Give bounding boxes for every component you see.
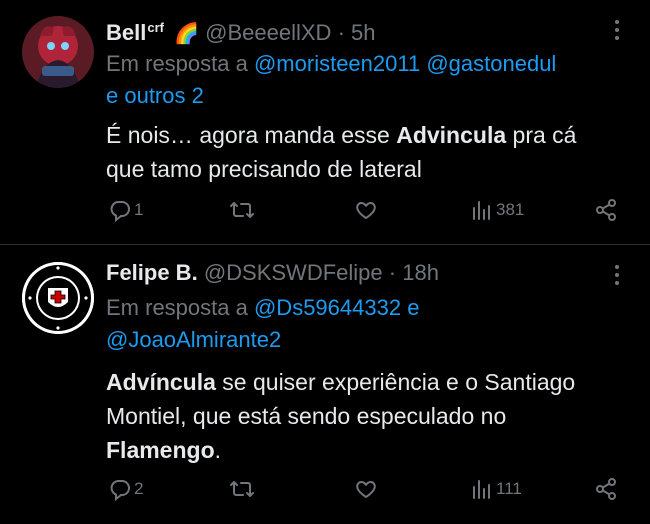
text-segment: Montiel, que está sendo especulado no [106, 403, 507, 429]
heart-icon [356, 202, 376, 219]
avatar[interactable] [22, 16, 94, 88]
timestamp[interactable]: 18h [402, 260, 439, 285]
reply-count: 2 [134, 479, 144, 498]
views-button[interactable]: 381 [470, 198, 524, 222]
share-button[interactable] [594, 198, 618, 222]
tweet-1[interactable]: Bellcrf 🌈 @BeeeellXD · 5h Em resposta a … [0, 0, 650, 244]
like-button[interactable] [354, 198, 378, 222]
name-superscript: crf [147, 20, 164, 35]
reply-prefix: Em resposta a [106, 295, 248, 320]
timestamp[interactable]: 5h [351, 20, 375, 45]
text-segment: se quiser experiência e o Santiago [215, 369, 576, 395]
separator-dot: · [337, 20, 345, 45]
bold-text: Flamengo [106, 437, 215, 463]
avatar[interactable] [22, 262, 94, 334]
tweet-actions: 2 111 [0, 477, 650, 507]
retweet-button[interactable] [229, 477, 255, 501]
display-name[interactable]: Bellcrf [106, 20, 164, 45]
reply-context: Em resposta a @moristeen2011 @gastonedul… [106, 48, 636, 112]
share-button[interactable] [594, 477, 618, 501]
view-count: 381 [496, 200, 525, 219]
retweet-icon [230, 202, 254, 218]
view-count: 111 [496, 479, 522, 498]
text-segment: . [214, 437, 222, 463]
user-handle[interactable]: @BeeeellXD [205, 20, 331, 45]
analytics-icon [473, 201, 490, 220]
more-options-icon[interactable] [614, 265, 620, 289]
reply-prefix: Em resposta a [106, 51, 248, 76]
share-icon [596, 478, 616, 500]
views-button[interactable]: 111 [470, 477, 522, 501]
analytics-icon [473, 480, 490, 499]
heart-icon [356, 481, 376, 498]
text-segment: que tamo precisando de lateral [106, 156, 422, 182]
tweet-text: Advíncula se quiser experiência e o Sant… [106, 365, 646, 467]
reply-context: Em resposta a @Ds59644332 e @JoaoAlmiran… [106, 292, 636, 356]
reply-icon [110, 480, 130, 501]
avatar-image [22, 16, 94, 88]
separator-dot: · [388, 260, 397, 285]
mention-link[interactable]: @moristeen2011 [254, 51, 420, 76]
text-segment: É nois… agora manda esse [106, 122, 397, 148]
mention-and: e [407, 295, 420, 320]
retweet-button[interactable] [229, 198, 255, 222]
reply-button[interactable]: 2 [108, 477, 143, 501]
club-crest-avatar [22, 262, 94, 334]
rainbow-emoji: 🌈 [174, 23, 200, 45]
share-icon [596, 199, 616, 221]
display-name[interactable]: Felipe B. [106, 260, 198, 285]
bold-text: Advincula [396, 122, 507, 148]
retweet-icon [230, 481, 254, 497]
tweet-text: É nois… agora manda esse Advincula pra c… [106, 118, 646, 186]
reply-count: 1 [134, 200, 144, 219]
like-button[interactable] [354, 477, 378, 501]
tweet-2[interactable]: Felipe B. @DSKSWDFelipe · 18h Em respost… [0, 245, 650, 524]
mention-link[interactable]: @JoaoAlmirante2 [106, 327, 281, 352]
reply-button[interactable]: 1 [108, 198, 143, 222]
mention-link[interactable]: @gastonedul [426, 51, 556, 76]
bold-text: Advíncula [106, 369, 216, 395]
reply-icon [110, 201, 130, 222]
tweet-header: Bellcrf 🌈 @BeeeellXD · 5h [106, 14, 376, 48]
more-options-icon[interactable] [614, 20, 620, 44]
tweet-header: Felipe B. @DSKSWDFelipe · 18h [106, 259, 439, 287]
others-link[interactable]: e outros 2 [106, 83, 204, 108]
mention-link[interactable]: @Ds59644332 [254, 295, 401, 320]
text-segment: pra cá [506, 122, 577, 148]
tweet-actions: 1 381 [0, 198, 650, 228]
user-handle[interactable]: @DSKSWDFelipe [204, 260, 383, 285]
